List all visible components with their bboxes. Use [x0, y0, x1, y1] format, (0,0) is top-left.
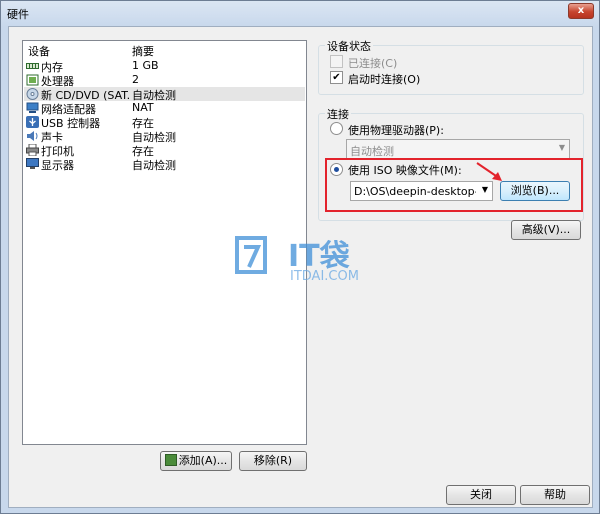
add-hardware-icon — [164, 454, 177, 466]
title-bar: 硬件 x — [1, 1, 599, 25]
device-row-usb-controller[interactable]: USB 控制器 存在 — [24, 115, 305, 130]
device-row-display[interactable]: 显示器 自动检测 — [24, 157, 305, 172]
connected-checkbox[interactable] — [330, 55, 343, 68]
column-header-device[interactable]: 设备 — [28, 43, 50, 59]
physical-drive-radio[interactable] — [330, 122, 343, 135]
cd-dvd-icon — [26, 88, 39, 100]
checkmark-icon: ✔ — [332, 72, 341, 83]
physical-drive-label: 使用物理驱动器(P): — [348, 124, 444, 137]
device-row-printer[interactable]: 打印机 存在 — [24, 143, 305, 158]
device-status-title: 设备状态 — [325, 38, 373, 54]
device-summary: 2 — [132, 73, 139, 86]
display-icon — [26, 158, 39, 169]
device-row-cd-dvd[interactable]: 新 CD/DVD (SAT... 自动检测 — [24, 87, 305, 102]
hardware-dialog: 硬件 x 设备 摘要 内存 1 GB 处理器 2 新 CD/DVD (SAT..… — [0, 0, 600, 514]
network-adapter-icon — [26, 102, 39, 113]
physical-drive-value: 自动检测 — [350, 145, 394, 158]
device-row-network-adapter[interactable]: 网络适配器 NAT — [24, 101, 305, 116]
memory-icon — [26, 63, 39, 69]
device-summary: 1 GB — [132, 59, 159, 72]
device-name: 显示器 — [41, 159, 74, 172]
watermark-url: ITDAI.COM — [290, 269, 359, 284]
connect-at-power-on-checkbox[interactable]: ✔ — [330, 71, 343, 84]
connected-label: 已连接(C) — [348, 57, 398, 70]
device-row-memory[interactable]: 内存 1 GB — [24, 59, 305, 74]
processor-icon — [26, 74, 39, 86]
advanced-button[interactable]: 高级(V)... — [511, 220, 581, 240]
sound-card-icon — [27, 131, 38, 141]
add-button-label: 添加(A)... — [178, 454, 228, 467]
device-row-processor[interactable]: 处理器 2 — [24, 73, 305, 88]
red-arrow-icon — [476, 162, 502, 181]
device-row-sound-card[interactable]: 声卡 自动检测 — [24, 129, 305, 144]
highlight-box — [325, 158, 583, 212]
add-button[interactable]: 添加(A)... — [160, 451, 232, 471]
dialog-body: 设备 摘要 内存 1 GB 处理器 2 新 CD/DVD (SAT... 自动检… — [8, 26, 593, 508]
itdai-logo-icon — [235, 236, 267, 274]
printer-icon — [26, 144, 39, 156]
device-summary: NAT — [132, 101, 154, 114]
connection-title: 连接 — [325, 106, 351, 122]
close-window-button[interactable]: x — [568, 3, 594, 19]
close-button[interactable]: 关闭 — [446, 485, 516, 505]
help-button[interactable]: 帮助 — [520, 485, 590, 505]
usb-icon — [26, 116, 39, 128]
remove-button[interactable]: 移除(R) — [239, 451, 307, 471]
device-list-header: 设备 摘要 — [23, 41, 306, 59]
physical-drive-select[interactable]: 自动检测 ▼ — [346, 139, 570, 159]
device-summary: 自动检测 — [132, 159, 176, 172]
chevron-down-icon: ▼ — [558, 143, 565, 152]
connect-at-power-on-label: 启动时连接(O) — [348, 73, 421, 86]
column-header-summary[interactable]: 摘要 — [132, 43, 154, 59]
itdai-watermark: IT袋 ITDAI.COM — [234, 235, 384, 291]
window-title: 硬件 — [7, 8, 29, 21]
